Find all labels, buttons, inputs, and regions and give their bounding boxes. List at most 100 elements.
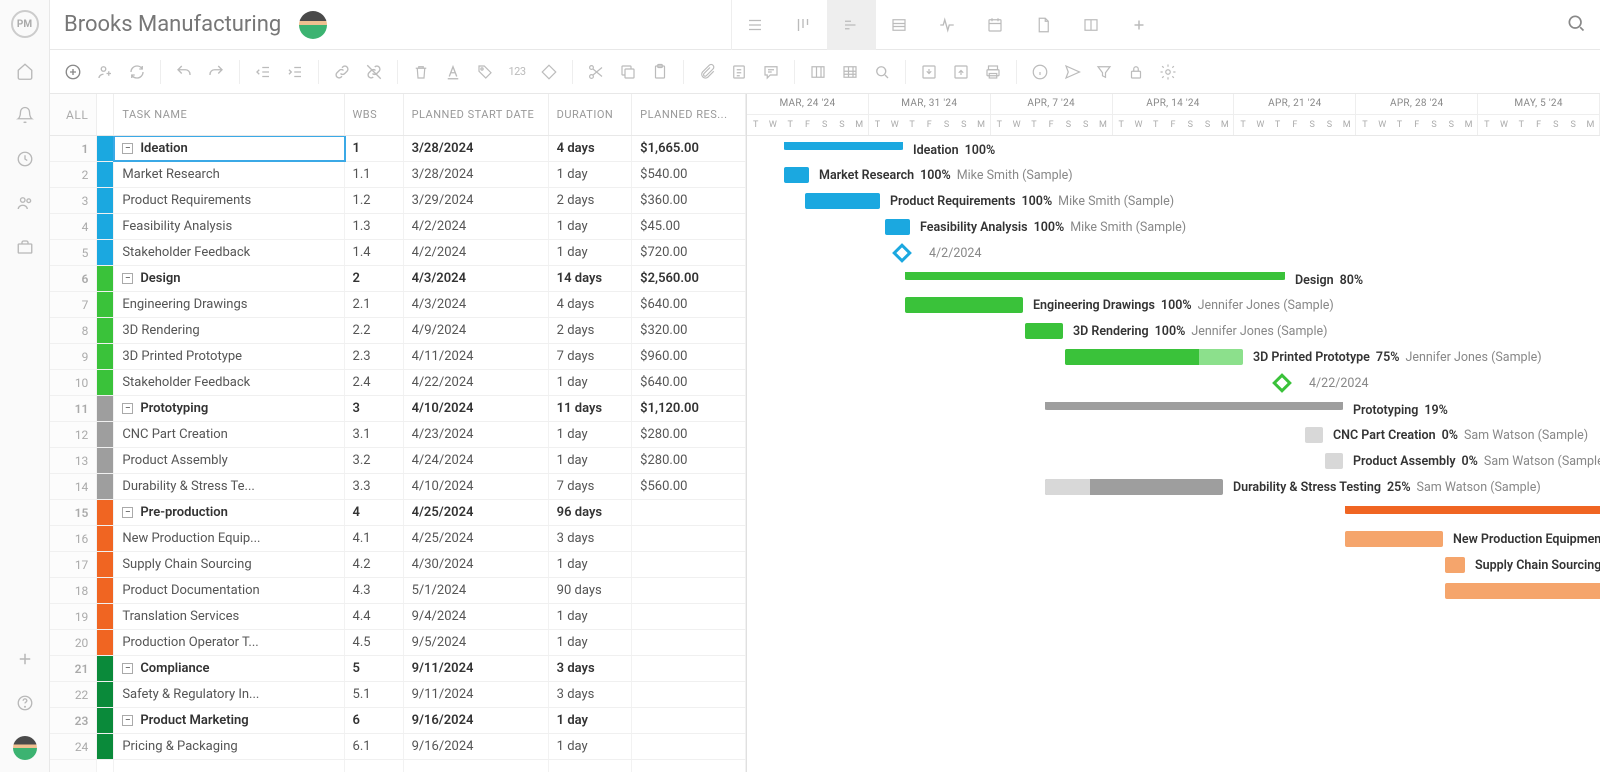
cost-cell[interactable]: $2,560.00 [632,266,746,291]
duration-cell[interactable]: 4 days [549,292,633,317]
task-name-cell[interactable]: Safety & Regulatory In... [114,682,344,707]
task-bar[interactable]: Supply Chain Sourcing0% [1445,557,1465,573]
cost-cell[interactable] [632,552,746,577]
cost-cell[interactable]: $280.00 [632,448,746,473]
cost-cell[interactable]: $360.00 [632,188,746,213]
wbs-cell[interactable]: 2.4 [345,370,404,395]
wbs-cell[interactable]: 3.3 [345,474,404,499]
duration-cell[interactable]: 96 days [549,500,633,525]
duration-cell[interactable]: 90 days [549,578,633,603]
view-add-icon[interactable] [1115,0,1163,50]
view-sheet-icon[interactable] [875,0,923,50]
cost-cell[interactable]: $1,665.00 [632,136,746,161]
wbs-cell[interactable]: 3.2 [345,448,404,473]
table-row[interactable]: 21−Compliance59/11/20243 days [50,656,746,682]
table-row[interactable]: 24Pricing & Packaging6.19/16/20241 day [50,734,746,760]
collapse-icon[interactable]: − [122,143,133,154]
view-gantt-icon[interactable] [827,0,875,50]
zoom-icon[interactable] [869,59,895,85]
cost-cell[interactable] [632,578,746,603]
wbs-cell[interactable]: 1.1 [345,162,404,187]
start-date-cell[interactable]: 5/1/2024 [404,578,549,603]
start-date-cell[interactable]: 4/30/2024 [404,552,549,577]
table-row[interactable]: 10Stakeholder Feedback2.44/22/20241 day$… [50,370,746,396]
task-name-cell[interactable]: −Prototyping [114,396,344,421]
wbs-cell[interactable]: 6 [345,708,404,733]
table-row[interactable]: 1−Ideation13/28/20244 days$1,665.00 [50,136,746,162]
duration-cell[interactable]: 3 days [549,682,633,707]
cost-cell[interactable]: $45.00 [632,214,746,239]
wbs-cell[interactable]: 4.2 [345,552,404,577]
cost-cell[interactable]: $280.00 [632,422,746,447]
collapse-icon[interactable]: − [122,663,133,674]
cost-cell[interactable]: $320.00 [632,318,746,343]
cost-cell[interactable]: $540.00 [632,162,746,187]
wbs-cell[interactable]: 4.5 [345,630,404,655]
table-row[interactable]: 15−Pre-production44/25/202496 days [50,500,746,526]
search-icon[interactable] [1566,13,1586,37]
start-date-cell[interactable]: 4/25/2024 [404,526,549,551]
duration-cell[interactable]: 1 day [549,734,633,759]
redo-icon[interactable] [203,59,229,85]
task-bar[interactable]: 3D Printed Prototype75%Jennifer Jones (S… [1065,349,1243,365]
table-row[interactable]: 18Product Documentation4.35/1/202490 day… [50,578,746,604]
milestone-marker[interactable] [892,243,912,263]
tag-icon[interactable] [472,59,498,85]
task-name-cell[interactable]: 3D Rendering [114,318,344,343]
cost-cell[interactable] [632,682,746,707]
duration-cell[interactable]: 1 day [549,448,633,473]
task-bar[interactable]: Market Research100%Mike Smith (Sample) [784,167,809,183]
help-icon[interactable] [14,692,36,714]
task-name-cell[interactable]: Stakeholder Feedback [114,240,344,265]
table-row[interactable]: 93D Printed Prototype2.34/11/20247 days$… [50,344,746,370]
cost-cell[interactable] [632,500,746,525]
unlink-icon[interactable] [361,59,387,85]
table-row[interactable]: 83D Rendering2.24/9/20242 days$320.00 [50,318,746,344]
wbs-cell[interactable]: 6.1 [345,734,404,759]
wbs-cell[interactable]: 2.3 [345,344,404,369]
duration-cell[interactable]: 1 day [549,240,633,265]
start-date-cell[interactable]: 4/10/2024 [404,474,549,499]
task-name-cell[interactable]: Durability & Stress Te... [114,474,344,499]
wbs-cell[interactable]: 2.1 [345,292,404,317]
outdent-icon[interactable] [250,59,276,85]
start-date-cell[interactable]: 9/16/2024 [404,708,549,733]
duration-cell[interactable]: 1 day [549,370,633,395]
task-name-cell[interactable]: Product Documentation [114,578,344,603]
cost-cell[interactable]: $720.00 [632,240,746,265]
attach-icon[interactable] [694,59,720,85]
start-date-cell[interactable]: 4/10/2024 [404,396,549,421]
start-date-cell[interactable]: 9/16/2024 [404,734,549,759]
task-name-cell[interactable]: Product Assembly [114,448,344,473]
start-date-cell[interactable]: 4/11/2024 [404,344,549,369]
table-row[interactable]: 17Supply Chain Sourcing4.24/30/20241 day [50,552,746,578]
start-date-cell[interactable]: 9/5/2024 [404,630,549,655]
task-name-cell[interactable]: Supply Chain Sourcing [114,552,344,577]
start-date-cell[interactable]: 3/28/2024 [404,162,549,187]
collapse-icon[interactable]: − [122,507,133,518]
wbs-cell[interactable]: 1 [345,136,404,161]
number-icon[interactable]: 123 [504,59,530,85]
task-bar[interactable] [1445,583,1600,599]
table-row[interactable]: 14Durability & Stress Te...3.34/10/20247… [50,474,746,500]
view-board-icon[interactable] [779,0,827,50]
wbs-cell[interactable]: 3 [345,396,404,421]
task-name-cell[interactable]: −Ideation [114,136,344,161]
start-date-cell[interactable]: 4/25/2024 [404,500,549,525]
task-name-cell[interactable]: Stakeholder Feedback [114,370,344,395]
wbs-cell[interactable]: 2.2 [345,318,404,343]
add-icon[interactable] [14,648,36,670]
duration-cell[interactable]: 7 days [549,344,633,369]
table-row[interactable]: 19Translation Services4.49/4/20241 day [50,604,746,630]
start-date-cell[interactable]: 4/3/2024 [404,292,549,317]
project-owner-avatar[interactable] [299,11,327,39]
link-icon[interactable] [329,59,355,85]
cut-icon[interactable] [583,59,609,85]
duration-cell[interactable]: 2 days [549,318,633,343]
lock-icon[interactable] [1123,59,1149,85]
diamond-icon[interactable] [536,59,562,85]
add-task-icon[interactable] [60,59,86,85]
assign-icon[interactable] [92,59,118,85]
table-row[interactable]: 7Engineering Drawings2.14/3/20244 days$6… [50,292,746,318]
cost-cell[interactable] [632,630,746,655]
